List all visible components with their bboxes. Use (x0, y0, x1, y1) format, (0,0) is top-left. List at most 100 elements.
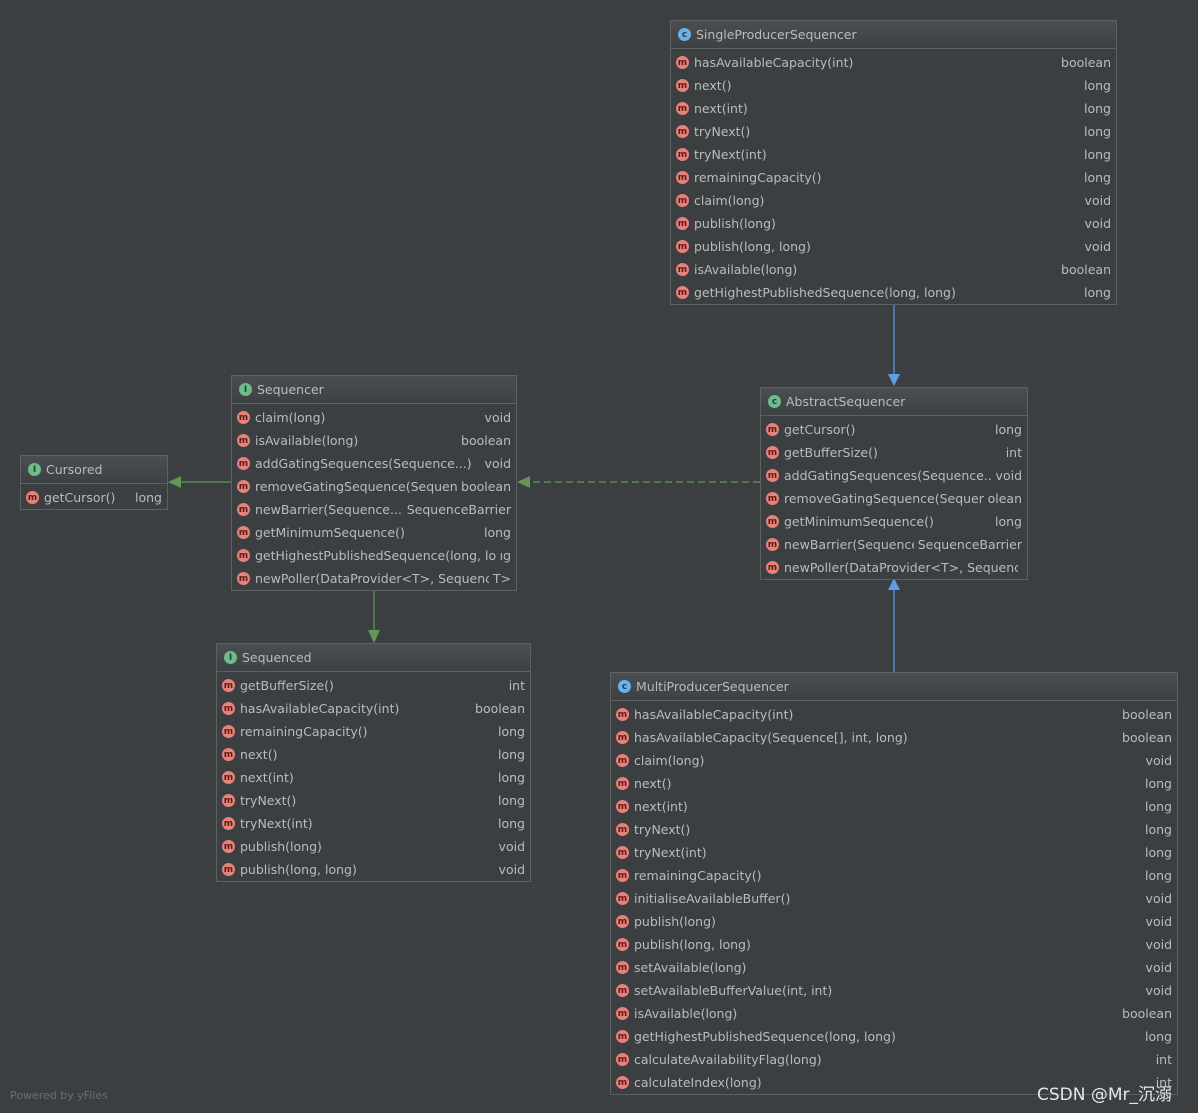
method-icon: m (676, 194, 689, 207)
class-node-multi-producer-sequencer[interactable]: c MultiProducerSequencer m hasAvailableCapa… (610, 672, 1178, 1095)
method-row[interactable]: m publish(long) void (217, 835, 530, 858)
method-signature: isAvailable(long) (255, 433, 359, 448)
method-row[interactable]: m claim(long) void (671, 189, 1116, 212)
method-return-type: void (484, 410, 511, 425)
method-icon: m (766, 515, 779, 528)
node-header: c SingleProducerSequencer (671, 21, 1116, 49)
method-icon: m (616, 1076, 629, 1089)
method-signature: newBarrier(Sequence...) (255, 502, 403, 517)
method-row[interactable]: m hasAvailableCapacity(Sequence[], int, l… (611, 726, 1177, 749)
method-row[interactable]: m next() long (671, 74, 1116, 97)
method-row[interactable]: m next(int) long (671, 97, 1116, 120)
method-row[interactable]: m initialiseAvailableBuffer() void (611, 887, 1177, 910)
method-row[interactable]: m isAvailable(long) boolean (232, 429, 516, 452)
method-return-type: long (995, 514, 1022, 529)
method-row[interactable]: m getBufferSize() int (217, 674, 530, 697)
method-row[interactable]: m removeGatingSequence(Sequence) boolean (232, 475, 516, 498)
method-icon: m (616, 938, 629, 951)
method-return-type: long (995, 422, 1022, 437)
method-row[interactable]: m isAvailable(long) boolean (671, 258, 1116, 281)
method-row[interactable]: m remainingCapacity() long (611, 864, 1177, 887)
method-row[interactable]: m claim(long) void (611, 749, 1177, 772)
class-node-single-producer-sequencer[interactable]: c SingleProducerSequencer m hasAvailableCap… (670, 20, 1117, 305)
method-row[interactable]: m publish(long, long) void (217, 858, 530, 881)
method-row[interactable]: m calculateAvailabilityFlag(long) int (611, 1048, 1177, 1071)
method-row[interactable]: m newBarrier(Sequence...)SequenceBarrier (232, 498, 516, 521)
method-icon: m (26, 491, 39, 504)
method-row[interactable]: m getCursor() long (761, 418, 1027, 441)
method-icon: m (766, 561, 779, 574)
method-row[interactable]: m getHighestPublishedSequence(long, long)… (232, 544, 516, 567)
method-signature: removeGatingSequence(Sequence) (255, 479, 458, 494)
method-row[interactable]: m addGatingSequences(Sequence...) void (232, 452, 516, 475)
method-return-type: SequenceBarrier (917, 537, 1022, 552)
class-node-abstract-sequencer[interactable]: c AbstractSequencer m getCursor() long m getBu… (760, 387, 1028, 580)
method-return-type: long (1145, 799, 1172, 814)
method-row[interactable]: m next() long (217, 743, 530, 766)
method-icon: m (616, 961, 629, 974)
edge-cursored-arrowhead (168, 476, 181, 488)
method-row[interactable]: m getCursor() long (21, 486, 167, 509)
method-return-type: void (1145, 914, 1172, 929)
method-return-type: boolean (461, 479, 511, 494)
method-return-type: void (484, 456, 511, 471)
method-signature: tryNext() (240, 793, 297, 808)
method-return-type: boolean (475, 701, 525, 716)
method-icon: m (616, 731, 629, 744)
method-row[interactable]: m setAvailableBufferValue(int, int) void (611, 979, 1177, 1002)
method-row[interactable]: m getHighestPublishedSequence(long, long)… (671, 281, 1116, 304)
node-member-list: m hasAvailableCapacity(int) boolean m hasAva… (611, 701, 1177, 1094)
method-row[interactable]: m hasAvailableCapacity(int) boolean (217, 697, 530, 720)
method-return-type: long (1145, 1029, 1172, 1044)
method-row[interactable]: m tryNext(int) long (217, 812, 530, 835)
method-icon: m (222, 748, 235, 761)
method-row[interactable]: m publish(long) void (611, 910, 1177, 933)
method-row[interactable]: m next() long (611, 772, 1177, 795)
method-icon: m (676, 79, 689, 92)
method-row[interactable]: m next(int) long (611, 795, 1177, 818)
interface-node-cursored[interactable]: I Cursored m getCursor() long (20, 455, 168, 510)
method-signature: setAvailableBufferValue(int, int) (634, 983, 833, 998)
method-row[interactable]: m newPoller(DataProvider<T>, Sequence...) (761, 556, 1027, 579)
method-signature: getHighestPublishedSequence(long, long) (634, 1029, 896, 1044)
method-signature: publish(long, long) (694, 239, 811, 254)
method-row[interactable]: m addGatingSequences(Sequence...) void (761, 464, 1027, 487)
method-icon: m (766, 469, 779, 482)
method-row[interactable]: m remainingCapacity() long (217, 720, 530, 743)
method-row[interactable]: m publish(long, long) void (671, 235, 1116, 258)
method-return-type: long (498, 770, 525, 785)
method-row[interactable]: m hasAvailableCapacity(int) boolean (611, 703, 1177, 726)
method-row[interactable]: m tryNext() long (217, 789, 530, 812)
method-row[interactable]: m remainingCapacity() long (671, 166, 1116, 189)
method-return-type: olean (987, 491, 1022, 506)
node-title: Sequencer (257, 382, 324, 397)
method-icon: m (676, 286, 689, 299)
method-row[interactable]: m getHighestPublishedSequence(long, long)… (611, 1025, 1177, 1048)
method-row[interactable]: m newPoller(DataProvider<T>, Sequence...)… (232, 567, 516, 590)
method-signature: next() (634, 776, 672, 791)
method-row[interactable]: m publish(long) void (671, 212, 1116, 235)
method-row[interactable]: m next(int) long (217, 766, 530, 789)
method-row[interactable]: m claim(long) void (232, 406, 516, 429)
method-return-type: void (498, 839, 525, 854)
method-row[interactable]: m tryNext(int) long (611, 841, 1177, 864)
method-row[interactable]: m isAvailable(long) boolean (611, 1002, 1177, 1025)
interface-node-sequencer[interactable]: I Sequencer m claim(long) void m isAvailable(l… (231, 375, 517, 591)
method-row[interactable]: m getBufferSize() int (761, 441, 1027, 464)
method-row[interactable]: m getMinimumSequence() long (761, 510, 1027, 533)
method-row[interactable]: m removeGatingSequence(Sequence)olean (761, 487, 1027, 510)
method-row[interactable]: m hasAvailableCapacity(int) boolean (671, 51, 1116, 74)
method-row[interactable]: m getMinimumSequence() long (232, 521, 516, 544)
interface-kind-icon: I (239, 383, 252, 396)
method-row[interactable]: m publish(long, long) void (611, 933, 1177, 956)
method-return-type: void (1084, 216, 1111, 231)
interface-node-sequenced[interactable]: I Sequenced m getBufferSize() int m hasAvailab… (216, 643, 531, 882)
edge-abstract-arrowhead (517, 476, 530, 488)
method-row[interactable]: m tryNext() long (671, 120, 1116, 143)
method-row[interactable]: m tryNext(int) long (671, 143, 1116, 166)
method-row[interactable]: m setAvailable(long) void (611, 956, 1177, 979)
method-row[interactable]: m newBarrier(Sequence...)SequenceBarrier (761, 533, 1027, 556)
node-title: SingleProducerSequencer (696, 27, 857, 42)
node-title: AbstractSequencer (786, 394, 906, 409)
method-row[interactable]: m tryNext() long (611, 818, 1177, 841)
